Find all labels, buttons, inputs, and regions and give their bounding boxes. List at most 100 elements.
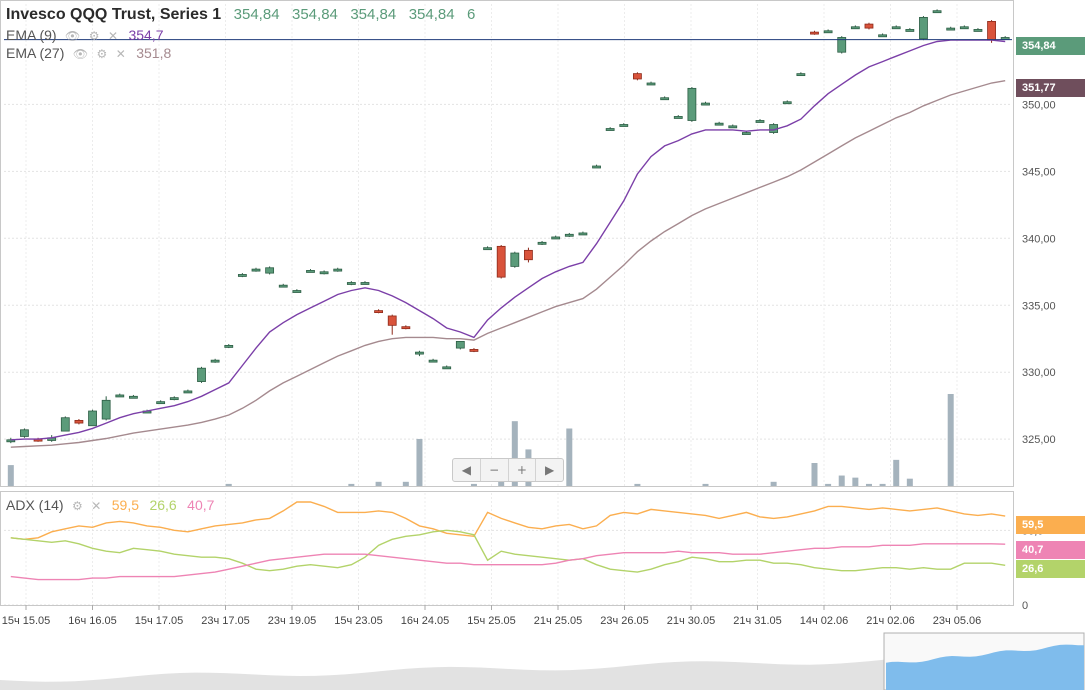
time-tick-label: 23ч 19.05 [268,615,317,627]
candle-up [210,359,220,363]
ema-lines [4,39,1012,448]
volume-bar [811,463,818,486]
candle-up [251,268,261,272]
ema27-line [10,80,1006,448]
candle-up [551,236,561,240]
candle-up [878,34,887,38]
adx-legend: ADX (14) ⚙ ✕ 59,5 26,6 40,7 [6,497,214,515]
close-icon[interactable]: ✕ [108,29,118,43]
candle-up [510,252,520,267]
high-value: 354,84 [292,6,338,23]
close-value: 354,84 [408,6,455,23]
candle-up [891,26,901,30]
candle-up [646,82,656,86]
pdi-value: 26,6 [149,497,177,513]
time-tick-label: 15ч 25.05 [467,615,516,627]
candle-up [714,122,724,126]
candlesticks [6,9,1010,444]
mdi-value: 40,7 [187,497,215,513]
candle-down [864,23,874,29]
candle-up [197,367,206,382]
candle-up [946,27,956,31]
last-price-tag: 354,84 [1016,37,1085,55]
volume-bar [838,475,845,486]
candle-up [265,267,275,274]
volume-bar [879,483,886,486]
candle-up [673,116,683,119]
gear-icon[interactable]: ⚙ [97,47,108,61]
zoom-out-button[interactable]: − [481,459,509,481]
close-icon[interactable]: ✕ [91,499,101,513]
time-tick-label: 23ч 26.05 [600,615,649,627]
price-panel-frame [0,0,1014,487]
candle-down [374,310,383,314]
candle-up [741,132,751,135]
candle-up [183,390,193,394]
time-tick-label: 16ч 16.05 [68,615,117,627]
candle-up [687,87,697,121]
price-tick-label: 335,00 [1022,300,1056,312]
volume-bar [865,483,872,486]
candle-up [20,429,29,437]
adx-price-tag: 59,5 [1016,516,1085,534]
candle-up [483,247,492,251]
ema27-price-tag: 351,77 [1016,79,1085,97]
gear-icon[interactable]: ⚙ [89,29,100,43]
volume-bar [702,483,709,486]
volume-bar [402,481,409,486]
price-tick-label: 325,00 [1022,434,1056,446]
volume-bar [825,483,832,486]
candle-up [169,397,179,401]
price-tick-label: 330,00 [1022,367,1056,379]
zoom-in-button[interactable]: + [509,459,537,481]
candle-up [442,366,452,370]
candle-up [455,340,465,349]
scroll-right-button[interactable]: ▶ [536,459,563,481]
chart-area[interactable]: 325,00 330,00 335,00 340,00 345,00 350,00 15ч … [0,0,1085,690]
close-icon[interactable]: ✕ [116,47,126,61]
volume-bar [947,394,954,486]
candle-down [387,315,397,326]
candle-down [74,419,84,424]
ema9-label: EMA (9) [6,27,57,43]
adx-value: 59,5 [111,497,140,513]
candle-up [415,351,424,355]
eye-icon[interactable]: 👁 [65,29,80,43]
candle-up [88,410,97,427]
candle-up [306,270,315,273]
candle-up [360,282,370,285]
volume-bar [893,459,900,486]
pdi-price-tag: 26,6 [1016,560,1085,578]
time-tick-label: 21ч 25.05 [534,615,583,627]
candle-up [346,282,356,285]
mdi-line [10,543,1006,581]
time-tick-label: 15ч 17.05 [135,615,184,627]
candle-up [605,128,615,131]
scroll-left-button[interactable]: ◀ [453,459,481,481]
candle-up [823,30,833,34]
navigator-overview[interactable] [0,632,1085,690]
time-tick-label: 21ч 31.05 [733,615,782,627]
candle-up [728,125,738,129]
candle-up [292,290,302,293]
candle-up [592,165,601,169]
candle-up [905,29,915,32]
main-legend: Invesco QQQ Trust, Series 1 354,84 354,8… [6,6,475,24]
candle-up [578,232,588,236]
volume-bar [470,483,477,486]
time-tick-label: 15ч 15.05 [2,615,51,627]
price-tick-label: 345,00 [1022,166,1056,178]
ema9-value: 354,7 [128,27,164,43]
candle-up [959,26,969,30]
eye-icon[interactable]: 👁 [73,47,88,61]
candle-up [278,284,288,288]
adx-label: ADX (14) [6,497,64,513]
gear-icon[interactable]: ⚙ [72,499,83,513]
candle-up [932,10,942,14]
candle-up [129,395,138,399]
candle-up [755,120,765,123]
candle-up [101,399,111,420]
open-value: 354,84 [233,6,280,23]
candle-up [237,274,247,277]
candle-up [537,241,547,245]
